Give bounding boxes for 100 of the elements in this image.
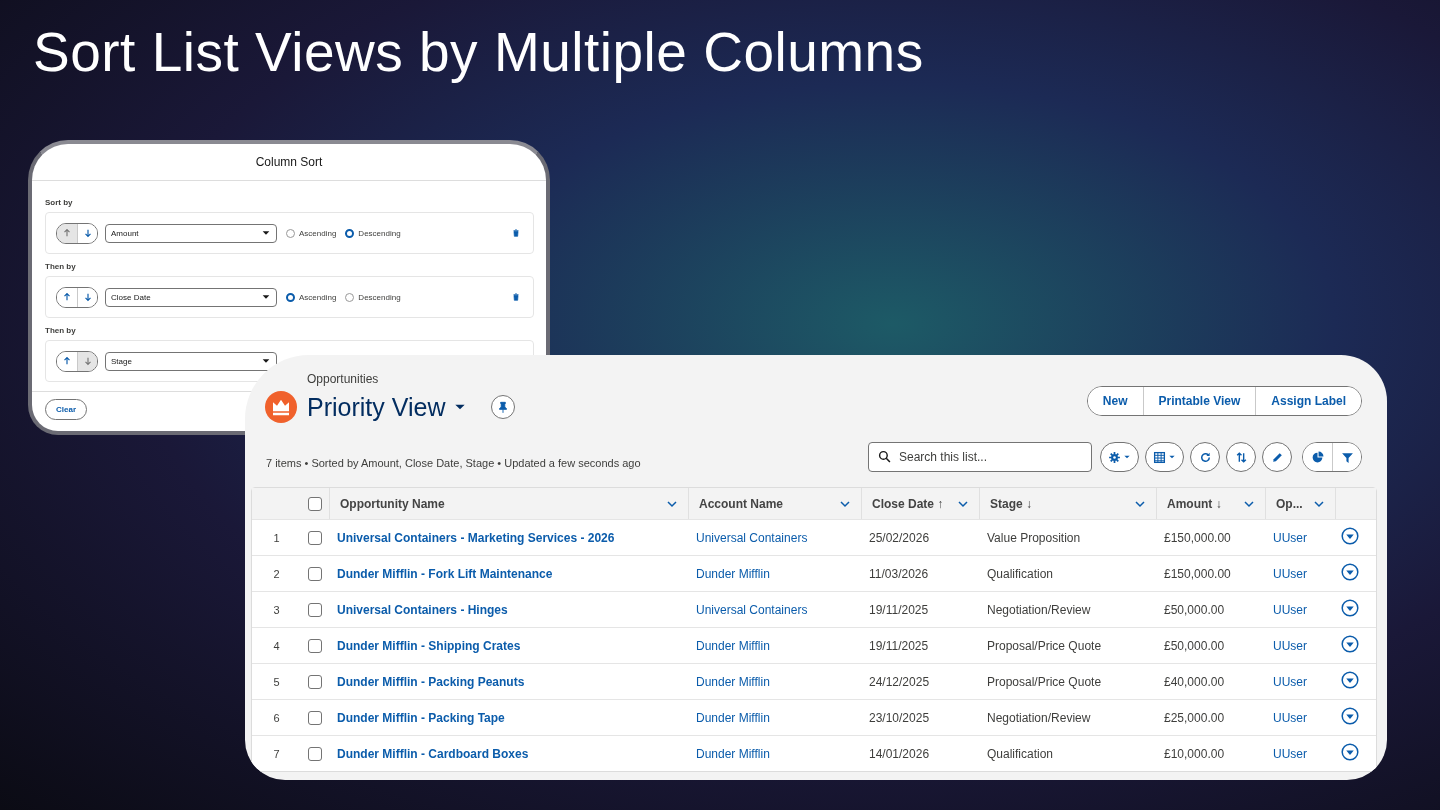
sort-level-label: Sort by	[45, 198, 74, 207]
table-cell: £40,000.00	[1164, 674, 1225, 689]
table-cell: Qualification	[987, 746, 1054, 761]
refresh-button[interactable]	[1190, 442, 1220, 472]
crown-icon	[265, 391, 297, 423]
action-button[interactable]: Assign Label	[1255, 387, 1361, 415]
record-link[interactable]: Dunder Mifflin	[696, 674, 770, 689]
record-link[interactable]: UUser	[1273, 602, 1307, 617]
record-link[interactable]: Dunder Mifflin - Fork Lift Maintenance	[337, 566, 553, 581]
filter-icon	[1340, 450, 1354, 464]
caret-down-icon	[1341, 635, 1359, 653]
record-link[interactable]: Dunder Mifflin	[696, 710, 770, 725]
row-action-button[interactable]	[1341, 563, 1359, 581]
move-down-button[interactable]	[77, 287, 97, 307]
caret-down-icon	[1341, 743, 1359, 761]
table-cell: £25,000.00	[1164, 710, 1225, 725]
arrow-up-icon	[62, 292, 72, 302]
select-all-checkbox[interactable]	[308, 496, 322, 511]
table-cell: £50,000.00	[1164, 638, 1225, 653]
record-link[interactable]: Universal Containers - Hinges	[337, 602, 508, 617]
caret-down-icon	[1341, 563, 1359, 581]
record-link[interactable]: Universal Containers	[696, 602, 808, 617]
table-cell: £150,000.00	[1164, 566, 1231, 581]
arrow-up-icon	[62, 228, 72, 238]
filter-button[interactable]	[1332, 443, 1361, 471]
caret-down-icon	[1341, 599, 1359, 617]
row-action-button[interactable]	[1341, 743, 1359, 761]
move-down-button[interactable]	[77, 223, 97, 243]
table-cell: Negotiation/Review	[987, 602, 1091, 617]
row-action-button[interactable]	[1341, 527, 1359, 545]
row-checkbox[interactable]	[308, 746, 322, 761]
row-action-button[interactable]	[1341, 599, 1359, 617]
caret-down-icon	[1341, 527, 1359, 545]
table-cell: Proposal/Price Quote	[987, 674, 1102, 689]
row-action-button[interactable]	[1341, 707, 1359, 725]
order-radio[interactable]: Ascending	[286, 228, 337, 238]
row-checkbox[interactable]	[308, 674, 322, 689]
sort-level-label: Then by	[45, 326, 77, 335]
row-number: 3	[272, 603, 281, 616]
order-radio[interactable]: Descending	[345, 292, 401, 302]
list-status: 7 items • Sorted by Amount, Close Date, Stage • Updated a few seconds ago	[266, 457, 641, 469]
slide-title: Sort List Views by Multiple Columns	[33, 20, 924, 84]
table-cell: Negotiation/Review	[987, 710, 1091, 725]
table-cell: 23/10/2025	[869, 710, 930, 725]
record-link[interactable]: Dunder Mifflin	[696, 638, 770, 653]
field-select[interactable]: Close Date	[105, 287, 277, 307]
row-checkbox[interactable]	[308, 566, 322, 581]
row-checkbox[interactable]	[308, 638, 322, 653]
column-header[interactable]: Amount ↓	[1156, 488, 1265, 519]
column-header[interactable]: Close Date ↑	[861, 488, 979, 519]
column-header[interactable]: Opportunity Name	[329, 488, 688, 519]
table-cell: 19/11/2025	[869, 602, 929, 617]
record-link[interactable]: UUser	[1273, 530, 1307, 545]
record-link[interactable]: Universal Containers - Marketing Services - 2026	[337, 530, 615, 545]
row-number: 5	[272, 675, 281, 688]
column-header[interactable]: Stage ↓	[979, 488, 1156, 519]
column-header[interactable]: Account Name	[688, 488, 861, 519]
record-link[interactable]: Dunder Mifflin - Shipping Crates	[337, 638, 521, 653]
field-select[interactable]: Amount	[105, 223, 277, 243]
radio-circle[interactable]	[345, 228, 355, 238]
pencil-icon	[1270, 450, 1284, 464]
table-cell: £10,000.00	[1164, 746, 1225, 761]
caret-icon	[1123, 453, 1131, 461]
radio-circle[interactable]	[286, 292, 295, 302]
column-header[interactable]: Op...	[1265, 488, 1335, 519]
row-checkbox[interactable]	[308, 530, 322, 545]
table-cell: Proposal/Price Quote	[987, 638, 1102, 653]
arrow-up-icon	[62, 356, 72, 366]
order-radio[interactable]: Ascending	[286, 292, 337, 302]
record-link[interactable]: UUser	[1273, 710, 1307, 725]
display-button[interactable]	[1145, 442, 1184, 472]
table-cell: Qualification	[987, 566, 1054, 581]
list-view-picker[interactable]: Priority View	[307, 392, 468, 422]
row-action-button[interactable]	[1341, 671, 1359, 689]
settings-button[interactable]	[1100, 442, 1139, 472]
record-link[interactable]: UUser	[1273, 566, 1307, 581]
clear-button[interactable]: Clear	[45, 399, 87, 420]
sort-button[interactable]	[1226, 442, 1256, 472]
row-action-button[interactable]	[1341, 635, 1359, 653]
sort-icon	[1234, 450, 1248, 464]
caret-icon	[1168, 453, 1176, 461]
record-link[interactable]: Universal Containers	[696, 530, 808, 545]
record-link[interactable]: UUser	[1273, 674, 1307, 689]
table-cell: £150,000.00	[1164, 530, 1231, 545]
object-label: Opportunities	[307, 372, 380, 386]
row-number: 1	[272, 531, 281, 544]
record-link[interactable]: Dunder Mifflin - Packing Peanuts	[337, 674, 525, 689]
record-link[interactable]: Dunder Mifflin	[696, 566, 770, 581]
record-link[interactable]: Dunder Mifflin - Packing Tape	[337, 710, 505, 725]
record-link[interactable]: Dunder Mifflin - Cardboard Boxes	[337, 746, 529, 761]
record-link[interactable]: Dunder Mifflin	[696, 746, 770, 761]
row-checkbox[interactable]	[308, 710, 322, 725]
search-field[interactable]: Search this list...	[868, 442, 1092, 472]
record-link[interactable]: UUser	[1273, 638, 1307, 653]
edit-button[interactable]	[1262, 442, 1292, 472]
pin-button[interactable]	[491, 395, 516, 419]
record-link[interactable]: UUser	[1273, 746, 1307, 761]
table-cell: 25/02/2026	[869, 530, 930, 545]
order-radio[interactable]: Descending	[345, 228, 401, 238]
row-checkbox[interactable]	[308, 602, 322, 617]
